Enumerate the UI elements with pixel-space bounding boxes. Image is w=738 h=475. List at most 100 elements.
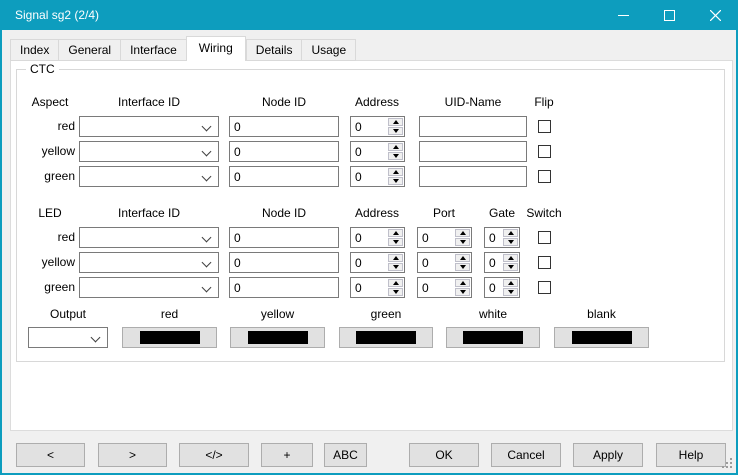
spinner-down-button[interactable] <box>388 288 403 296</box>
led-yellow-address-spinner[interactable]: 0 <box>350 252 405 273</box>
output-red-header: red <box>122 307 217 321</box>
spinner-up-button[interactable] <box>388 118 403 126</box>
down-arrow-icon <box>508 290 514 294</box>
black-swatch <box>572 331 632 344</box>
tab-index[interactable]: Index <box>10 39 58 61</box>
spinner-up-button[interactable] <box>455 279 470 287</box>
flip-col-header: Flip <box>504 95 584 109</box>
spinner-down-button[interactable] <box>388 127 403 135</box>
ctc-group-label: CTC <box>26 62 59 76</box>
tab-details[interactable]: Details <box>246 39 302 61</box>
led-green-node-id-input[interactable] <box>229 277 339 298</box>
maximize-icon <box>664 10 675 21</box>
aspect-green-node-id-input[interactable] <box>229 166 339 187</box>
aspect-yellow-address-spinner[interactable]: 0 <box>350 141 405 162</box>
aspect-green-uid-name-input[interactable] <box>419 166 527 187</box>
tab-usage[interactable]: Usage <box>301 39 356 61</box>
down-arrow-icon <box>393 154 399 158</box>
aspect-red-uid-name-input[interactable] <box>419 116 527 137</box>
aspect-green-interface-id-combobox[interactable] <box>79 166 219 187</box>
aspect-yellow-uid-name-input[interactable] <box>419 141 527 162</box>
aspect-green-flip-checkbox[interactable] <box>538 170 551 183</box>
spinner-up-button[interactable] <box>388 279 403 287</box>
down-arrow-icon <box>508 240 514 244</box>
black-swatch <box>356 331 416 344</box>
cancel-button[interactable]: Cancel <box>491 443 561 467</box>
add-button[interactable]: + <box>261 443 313 467</box>
output-blank-button[interactable] <box>554 327 649 348</box>
spinner-down-button[interactable] <box>455 238 470 246</box>
output-combobox[interactable] <box>28 327 108 348</box>
spinner-up-button[interactable] <box>455 229 470 237</box>
abc-button[interactable]: ABC <box>324 443 367 467</box>
resize-grip[interactable] <box>730 458 732 460</box>
spinner-up-button[interactable] <box>388 143 403 151</box>
spinner-down-button[interactable] <box>388 177 403 185</box>
spinner-down-button[interactable] <box>388 152 403 160</box>
output-red-button[interactable] <box>122 327 217 348</box>
spinner-up-button[interactable] <box>503 279 518 287</box>
interface-id-col-header: Interface ID <box>99 95 199 109</box>
up-arrow-icon <box>460 256 466 260</box>
code-button[interactable]: </> <box>179 443 249 467</box>
down-arrow-icon <box>460 265 466 269</box>
spinner-up-button[interactable] <box>503 229 518 237</box>
spinner-down-button[interactable] <box>388 238 403 246</box>
spinner-down-button[interactable] <box>503 263 518 271</box>
node-id-col-header: Node ID <box>234 206 334 220</box>
spinner-up-button[interactable] <box>388 229 403 237</box>
led-green-switch-checkbox[interactable] <box>538 281 551 294</box>
led-green-address-spinner[interactable]: 0 <box>350 277 405 298</box>
maximize-button[interactable] <box>646 0 692 30</box>
prev-button[interactable]: < <box>16 443 85 467</box>
output-white-button[interactable] <box>446 327 540 348</box>
spinner-up-button[interactable] <box>388 254 403 262</box>
down-arrow-icon <box>393 129 399 133</box>
led-yellow-gate-spinner[interactable]: 0 <box>484 252 520 273</box>
led-green-port-spinner[interactable]: 0 <box>417 277 472 298</box>
close-icon <box>710 10 721 21</box>
aspect-red-node-id-input[interactable] <box>229 116 339 137</box>
led-red-interface-id-combobox[interactable] <box>79 227 219 248</box>
led-red-address-spinner[interactable]: 0 <box>350 227 405 248</box>
tab-wiring[interactable]: Wiring <box>186 36 246 61</box>
close-button[interactable] <box>692 0 738 30</box>
aspect-yellow-interface-id-combobox[interactable] <box>79 141 219 162</box>
aspect-yellow-node-id-input[interactable] <box>229 141 339 162</box>
output-green-button[interactable] <box>339 327 433 348</box>
up-arrow-icon <box>508 231 514 235</box>
spinner-down-button[interactable] <box>503 288 518 296</box>
led-green-interface-id-combobox[interactable] <box>79 277 219 298</box>
spinner-down-button[interactable] <box>455 288 470 296</box>
led-yellow-node-id-input[interactable] <box>229 252 339 273</box>
minimize-button[interactable] <box>600 0 646 30</box>
apply-button[interactable]: Apply <box>573 443 643 467</box>
led-red-port-spinner[interactable]: 0 <box>417 227 472 248</box>
output-yellow-button[interactable] <box>230 327 325 348</box>
led-yellow-switch-checkbox[interactable] <box>538 256 551 269</box>
tab-general[interactable]: General <box>58 39 120 61</box>
black-swatch <box>140 331 200 344</box>
led-red-gate-spinner[interactable]: 0 <box>484 227 520 248</box>
led-yellow-interface-id-combobox[interactable] <box>79 252 219 273</box>
led-red-node-id-input[interactable] <box>229 227 339 248</box>
spinner-up-button[interactable] <box>503 254 518 262</box>
spinner-down-button[interactable] <box>388 263 403 271</box>
aspect-green-address-spinner[interactable]: 0 <box>350 166 405 187</box>
spinner-down-button[interactable] <box>503 238 518 246</box>
spinner-down-button[interactable] <box>455 263 470 271</box>
aspect-red-address-spinner[interactable]: 0 <box>350 116 405 137</box>
tab-interface[interactable]: Interface <box>120 39 186 61</box>
led-green-gate-spinner[interactable]: 0 <box>484 277 520 298</box>
help-button[interactable]: Help <box>656 443 726 467</box>
aspect-red-interface-id-combobox[interactable] <box>79 116 219 137</box>
spinner-up-button[interactable] <box>455 254 470 262</box>
chevron-down-icon <box>202 122 212 132</box>
led-yellow-port-spinner[interactable]: 0 <box>417 252 472 273</box>
led-red-switch-checkbox[interactable] <box>538 231 551 244</box>
next-button[interactable]: > <box>98 443 167 467</box>
ok-button[interactable]: OK <box>409 443 479 467</box>
aspect-yellow-flip-checkbox[interactable] <box>538 145 551 158</box>
spinner-up-button[interactable] <box>388 168 403 176</box>
aspect-red-flip-checkbox[interactable] <box>538 120 551 133</box>
